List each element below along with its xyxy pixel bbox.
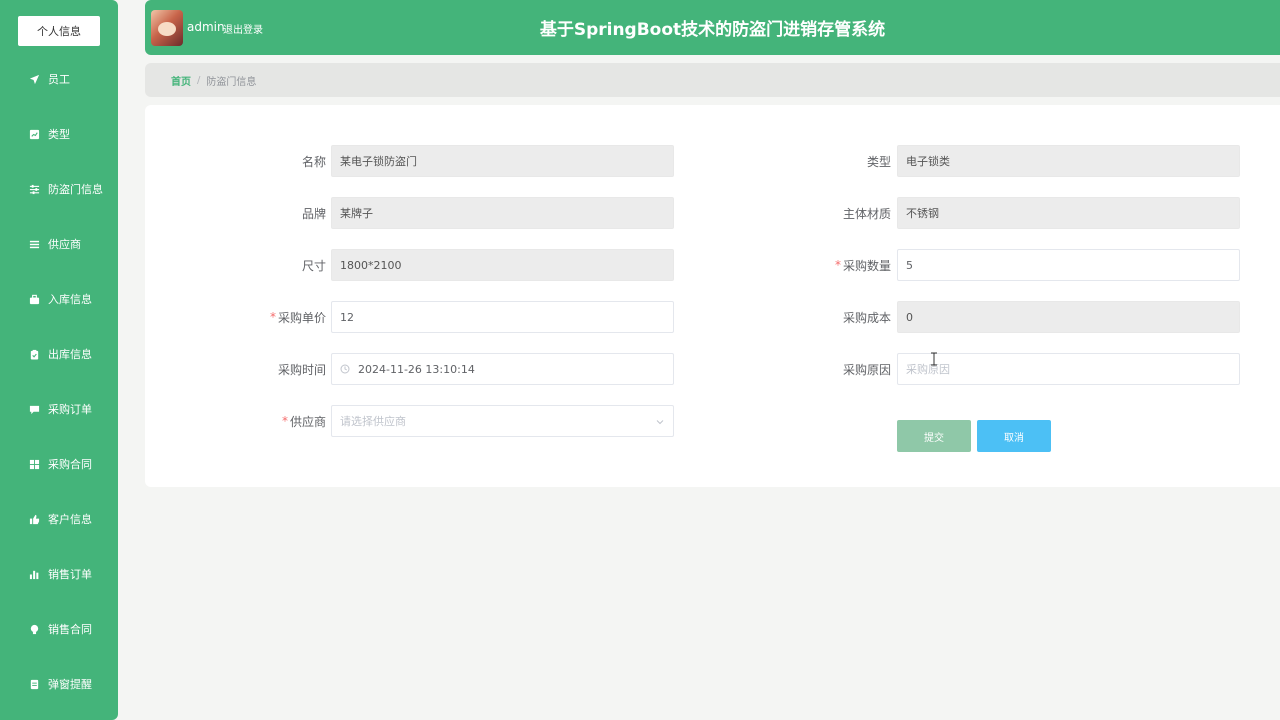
required-mark: * <box>281 414 288 428</box>
time-picker[interactable]: 2024-11-26 13:10:14 <box>331 353 674 385</box>
cost-label: 采购成本 <box>842 310 891 325</box>
breadcrumb-home[interactable]: 首页 <box>171 73 191 88</box>
time-label: 采购时间 <box>277 362 326 377</box>
sidebar-item-employee[interactable]: 员工 <box>0 64 118 94</box>
unit-price-input[interactable]: 12 <box>331 301 674 333</box>
reason-label: 采购原因 <box>842 362 891 377</box>
required-mark: * <box>834 258 841 272</box>
sidebar-item-label: 销售订单 <box>48 568 92 581</box>
sidebar-item-label: 销售合同 <box>48 623 92 636</box>
unit-price-label: * 采购单价 <box>269 310 326 325</box>
sidebar-item-label: 入库信息 <box>48 293 92 306</box>
quantity-input[interactable]: 5 <box>897 249 1240 281</box>
time-value: 2024-11-26 13:10:14 <box>358 362 475 376</box>
sidebar-item-sales-contract[interactable]: 销售合同 <box>0 614 118 644</box>
sidebar-item-label: 类型 <box>48 128 70 141</box>
grid-icon <box>28 458 40 470</box>
sidebar-item-customer[interactable]: 客户信息 <box>0 504 118 534</box>
chevron-down-icon <box>656 420 664 425</box>
sidebar-item-label: 客户信息 <box>48 513 92 526</box>
briefcase-icon <box>28 293 40 305</box>
clipboard-icon <box>28 348 40 360</box>
clock-icon <box>340 364 350 374</box>
brand-field[interactable]: 某牌子 <box>331 197 674 229</box>
document-icon <box>28 678 40 690</box>
sidebar-item-popup-reminder[interactable]: 弹窗提醒 <box>0 669 118 699</box>
profile-button[interactable]: 个人信息 <box>18 16 100 46</box>
supplier-placeholder: 请选择供应商 <box>340 415 406 428</box>
quantity-label: * 采购数量 <box>834 258 891 273</box>
reason-input[interactable]: 采购原因 <box>897 353 1240 385</box>
size-field[interactable]: 1800*2100 <box>331 249 674 281</box>
name-label: 名称 <box>301 154 326 169</box>
bar-chart-icon <box>28 568 40 580</box>
sliders-icon <box>28 183 40 195</box>
thumbs-up-icon <box>28 513 40 525</box>
material-label: 主体材质 <box>842 206 891 221</box>
form-card: 名称 某电子锁防盗门 类型 电子锁类 品牌 某牌子 主体材质 不锈钢 尺寸 18… <box>145 105 1280 487</box>
chart-icon <box>28 128 40 140</box>
bulb-icon <box>28 623 40 635</box>
sidebar-item-label: 采购合同 <box>48 458 92 471</box>
type-label: 类型 <box>866 154 891 169</box>
sidebar-item-label: 出库信息 <box>48 348 92 361</box>
breadcrumb: 首页 / 防盗门信息 <box>145 63 1280 97</box>
size-label: 尺寸 <box>301 258 326 273</box>
sidebar-item-label: 防盗门信息 <box>48 183 103 196</box>
required-mark: * <box>269 310 276 324</box>
sidebar-item-door-info[interactable]: 防盗门信息 <box>0 174 118 204</box>
name-field[interactable]: 某电子锁防盗门 <box>331 145 674 177</box>
sidebar: 个人信息 员工 类型 防盗门信息 供应商 入库信息 出库信息 采购订单 采购合同… <box>0 0 118 720</box>
supplier-label: * 供应商 <box>281 414 326 429</box>
sidebar-item-purchase-contract[interactable]: 采购合同 <box>0 449 118 479</box>
sidebar-item-outbound[interactable]: 出库信息 <box>0 339 118 369</box>
material-field[interactable]: 不锈钢 <box>897 197 1240 229</box>
sidebar-item-inbound[interactable]: 入库信息 <box>0 284 118 314</box>
sidebar-item-label: 采购订单 <box>48 403 92 416</box>
sidebar-item-label: 弹窗提醒 <box>48 678 92 691</box>
paper-plane-icon <box>28 73 40 85</box>
sidebar-item-type[interactable]: 类型 <box>0 119 118 149</box>
top-header: admin 退出登录 基于SpringBoot技术的防盗门进销存管系统 <box>145 0 1280 55</box>
sidebar-item-label: 供应商 <box>48 238 81 251</box>
sidebar-item-label: 员工 <box>48 73 70 86</box>
app-title: 基于SpringBoot技术的防盗门进销存管系统 <box>539 20 886 40</box>
sidebar-item-purchase-order[interactable]: 采购订单 <box>0 394 118 424</box>
text-cursor-icon <box>931 352 937 366</box>
supplier-select[interactable]: 请选择供应商 <box>331 405 674 437</box>
cancel-button[interactable]: 取消 <box>977 420 1051 452</box>
sidebar-item-sales-order[interactable]: 销售订单 <box>0 559 118 589</box>
cost-field[interactable]: 0 <box>897 301 1240 333</box>
comment-icon <box>28 403 40 415</box>
type-field[interactable]: 电子锁类 <box>897 145 1240 177</box>
submit-button[interactable]: 提交 <box>897 420 971 452</box>
brand-label: 品牌 <box>301 206 326 221</box>
breadcrumb-current: 防盗门信息 <box>206 76 257 88</box>
sidebar-item-supplier[interactable]: 供应商 <box>0 229 118 259</box>
breadcrumb-separator: / <box>197 74 201 86</box>
list-icon <box>28 238 40 250</box>
